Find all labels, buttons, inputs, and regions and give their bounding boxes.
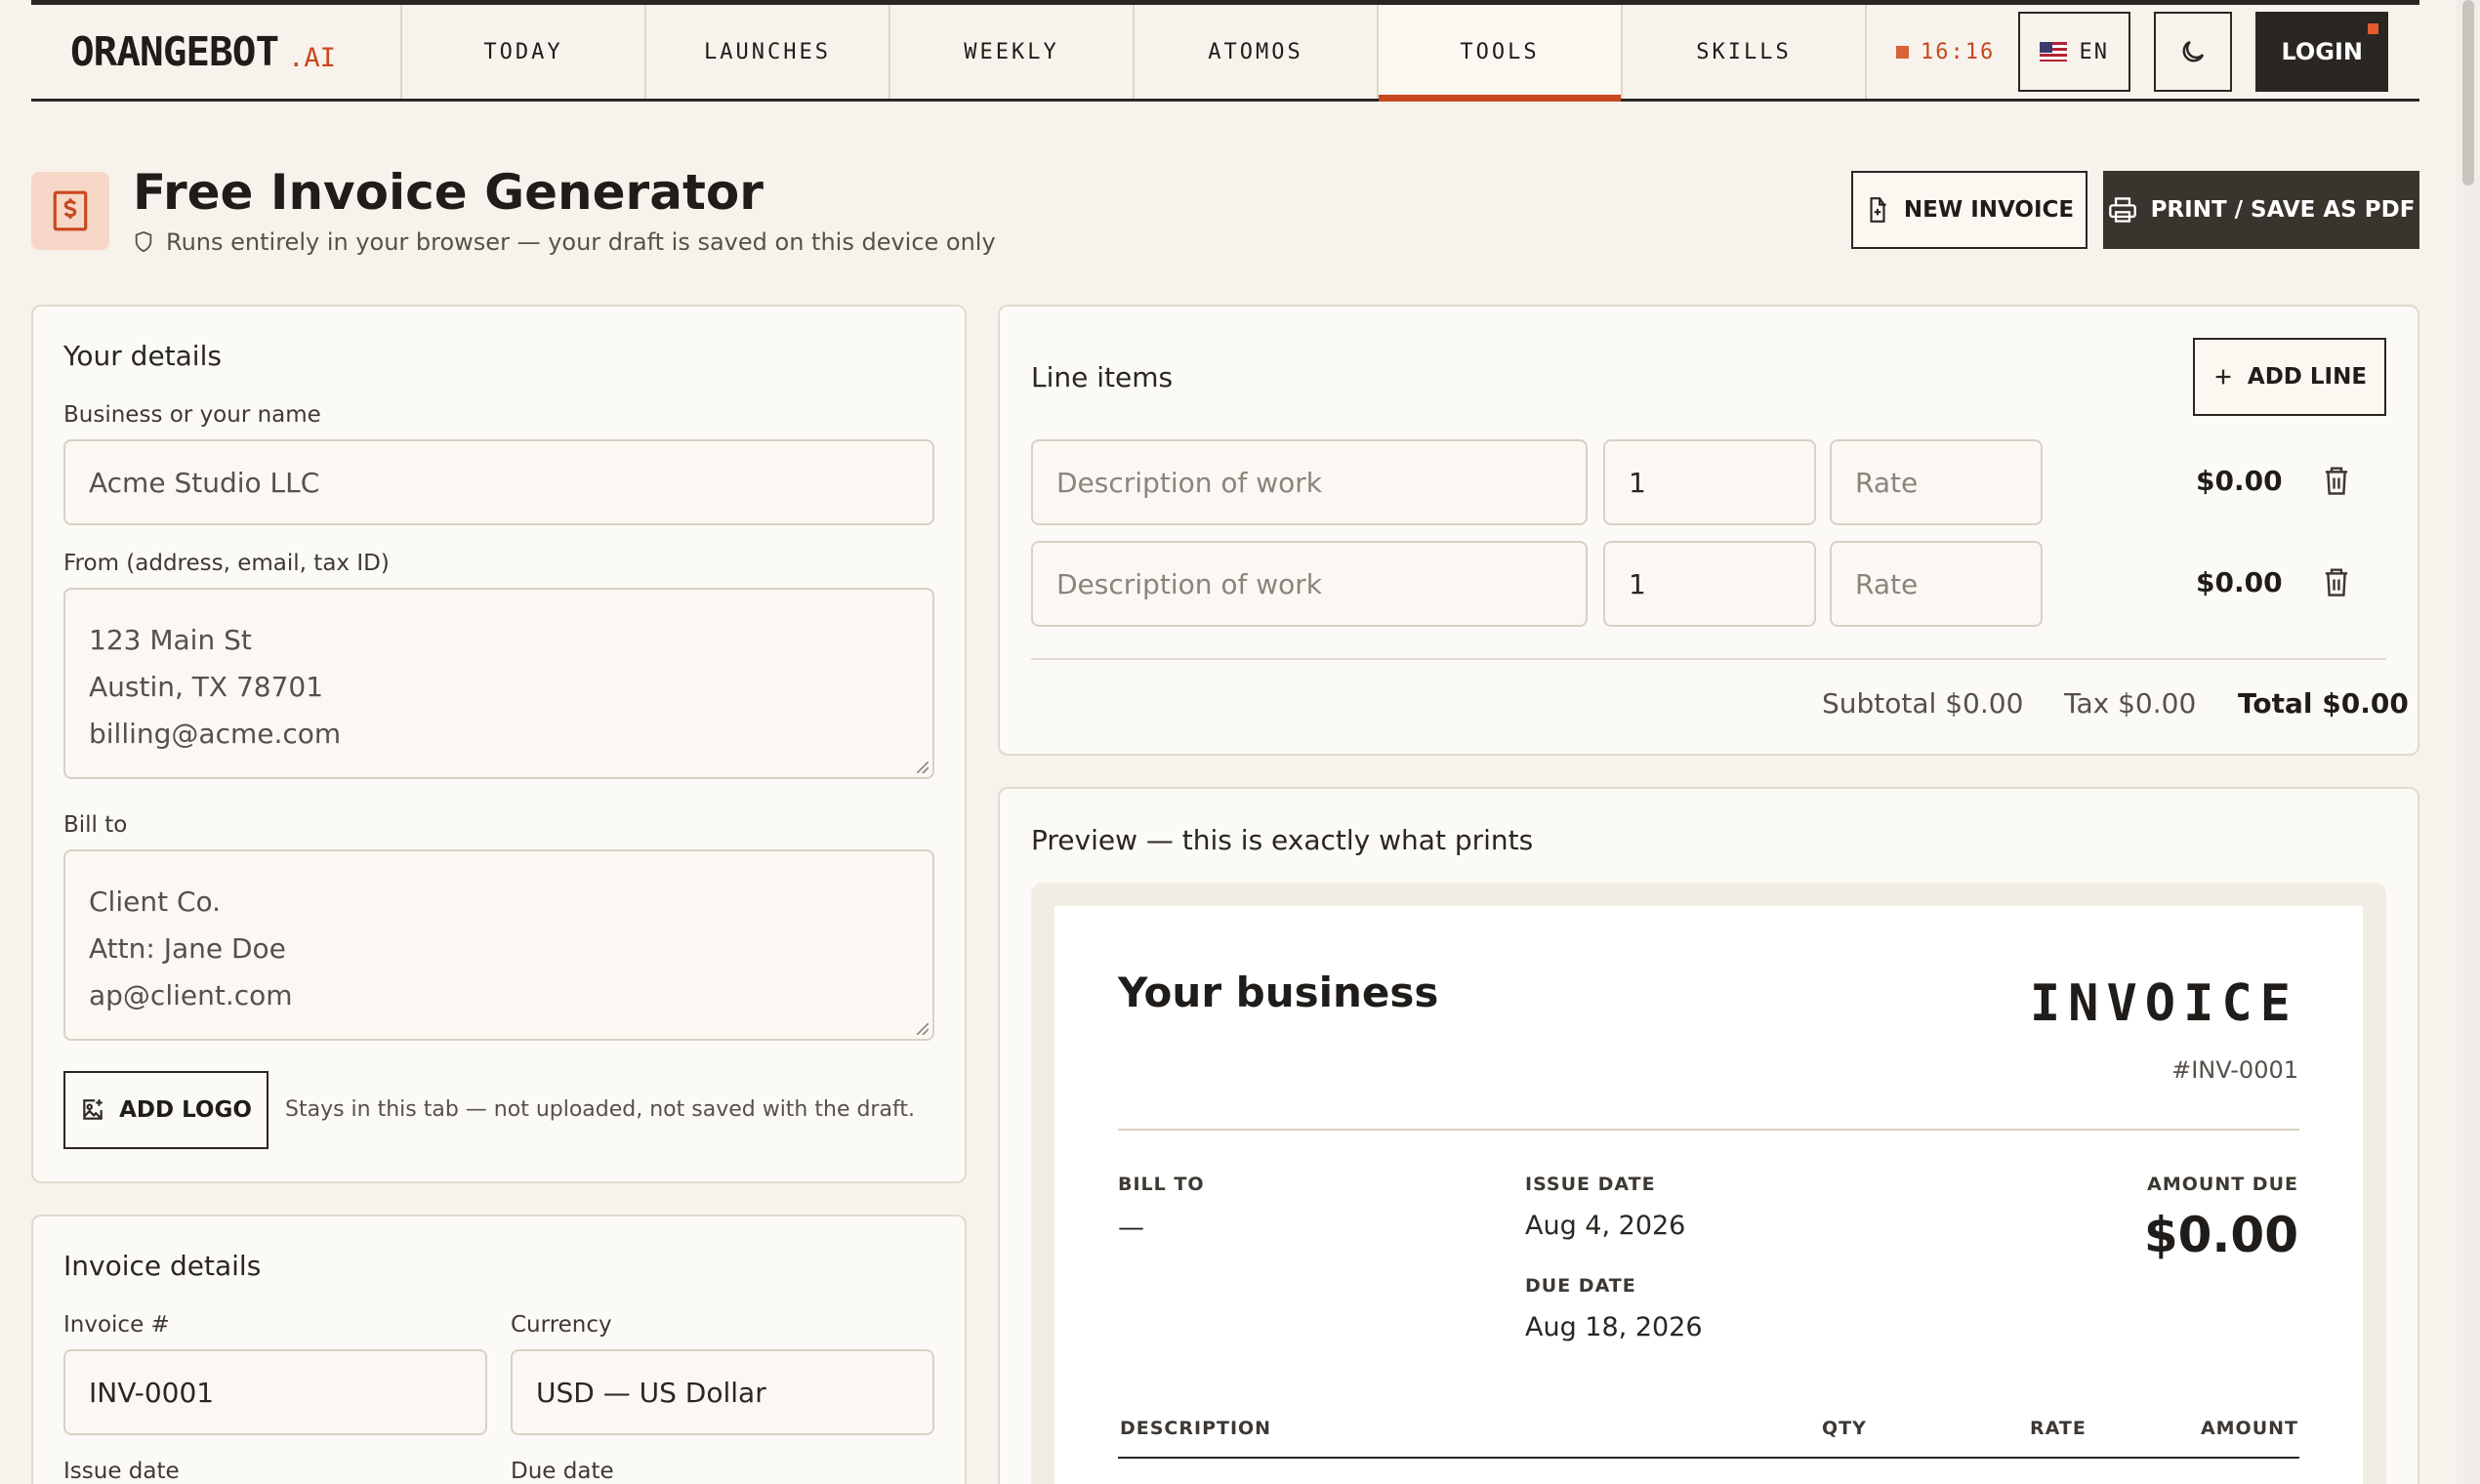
- clock-time: 16:16: [1921, 39, 1996, 64]
- preview-due-date-value: Aug 18, 2026: [1525, 1312, 1703, 1342]
- brand-logo[interactable]: ORANGEBOT .AI: [31, 5, 402, 99]
- line-qty-input[interactable]: 1: [1603, 541, 1816, 627]
- brand-name: ORANGEBOT: [70, 28, 279, 75]
- bill-to-line: Client Co.: [89, 886, 222, 918]
- bill-to-label: Bill to: [63, 812, 128, 838]
- preview-issue-date-label: ISSUE DATE: [1525, 1174, 1656, 1195]
- preview-amount-due-label: AMOUNT DUE: [2147, 1174, 2298, 1195]
- new-file-icon: [1870, 197, 1886, 223]
- us-flag-icon: [2040, 42, 2068, 62]
- preview-issue-date-value: Aug 4, 2026: [1525, 1211, 1686, 1241]
- currency-select[interactable]: USD — US Dollar: [511, 1349, 934, 1435]
- invoice-number-input[interactable]: INV-0001: [63, 1349, 487, 1435]
- line-description-input[interactable]: Description of work: [1031, 541, 1588, 627]
- live-indicator-icon: [1896, 45, 1909, 59]
- preview-amount-due-value: $0.00: [2143, 1207, 2298, 1263]
- preview-header-divider: [1118, 1129, 2299, 1131]
- scrollbar-thumb[interactable]: [2462, 0, 2474, 186]
- print-label: PRINT / SAVE AS PDF: [2150, 197, 2416, 223]
- preview-invoice-number: #INV-0001: [2171, 1056, 2298, 1084]
- delete-line-button[interactable]: [2322, 465, 2351, 500]
- tab-tools[interactable]: TOOLS: [1379, 5, 1623, 102]
- subtitle-text: Runs entirely in your browser — your dra…: [166, 228, 996, 256]
- invoice-dollar-icon: [31, 172, 109, 250]
- preview-due-date-label: DUE DATE: [1525, 1275, 1636, 1297]
- from-label: From (address, email, tax ID): [63, 551, 390, 576]
- invoice-details-title: Invoice details: [63, 1250, 262, 1282]
- preview-bill-to-label: BILL TO: [1118, 1174, 1205, 1195]
- grand-total: Total $0.00: [2238, 687, 2409, 720]
- tab-today[interactable]: TODAY: [402, 5, 646, 99]
- login-button[interactable]: LOGIN: [2255, 12, 2389, 92]
- print-button[interactable]: PRINT / SAVE AS PDF: [2103, 171, 2419, 249]
- add-line-label: ADD LINE: [2247, 364, 2368, 390]
- trash-icon: [2325, 568, 2348, 597]
- language-button[interactable]: EN: [2018, 12, 2131, 92]
- preview-business-name: Your business: [1118, 969, 1439, 1016]
- line-qty-input[interactable]: 1: [1603, 439, 1816, 525]
- issue-date-label: Issue date: [63, 1459, 180, 1484]
- theme-toggle-button[interactable]: [2154, 12, 2233, 92]
- add-logo-label: ADD LOGO: [119, 1097, 252, 1123]
- trash-icon: [2325, 467, 2348, 495]
- from-line: Austin, TX 78701: [89, 671, 324, 703]
- page-title: Free Invoice Generator: [133, 164, 764, 221]
- add-logo-button[interactable]: ADD LOGO: [63, 1071, 269, 1149]
- bill-to-line: ap@client.com: [89, 979, 293, 1011]
- line-items-divider: [1031, 658, 2386, 660]
- tab-weekly[interactable]: WEEKLY: [890, 5, 1135, 99]
- notification-dot: [2368, 23, 2379, 34]
- your-details-title: Your details: [63, 340, 222, 372]
- line-amount: $0.00: [2196, 566, 2283, 598]
- currency-label: Currency: [511, 1312, 612, 1338]
- language-label: EN: [2079, 39, 2109, 64]
- new-invoice-button[interactable]: NEW INVOICE: [1851, 171, 2087, 249]
- preview-col-description: DESCRIPTION: [1120, 1418, 1272, 1439]
- preview-invoice-heading: INVOICE: [2029, 974, 2298, 1033]
- login-label: LOGIN: [2281, 38, 2364, 65]
- logo-note: Stays in this tab — not uploaded, not sa…: [285, 1097, 915, 1122]
- printer-icon: [2108, 197, 2136, 223]
- brand-suffix: .AI: [288, 42, 336, 73]
- clock: 16:16: [1896, 40, 1995, 64]
- new-invoice-label: NEW INVOICE: [1903, 197, 2075, 223]
- line-rate-input[interactable]: Rate: [1830, 439, 2043, 525]
- preview-title: Preview — this is exactly what prints: [1031, 824, 1534, 856]
- preview-table-header-rule: [1118, 1457, 2299, 1459]
- from-address-textarea[interactable]: 123 Main St Austin, TX 78701 billing@acm…: [63, 588, 934, 779]
- nav-actions: 16:16 EN LOGIN: [1867, 5, 2389, 99]
- preview-col-qty: QTY: [1822, 1418, 1867, 1439]
- add-line-button[interactable]: ADD LINE: [2193, 338, 2386, 416]
- page-scrollbar[interactable]: [2457, 0, 2480, 1484]
- bill-to-textarea[interactable]: Client Co. Attn: Jane Doe ap@client.com: [63, 849, 934, 1041]
- line-items-title: Line items: [1031, 361, 1174, 393]
- moon-icon: [2182, 40, 2205, 62]
- shield-icon: [135, 230, 152, 253]
- tab-atomos[interactable]: ATOMOS: [1135, 5, 1379, 99]
- top-nav: ORANGEBOT .AI TODAY LAUNCHES WEEKLY ATOM…: [31, 0, 2419, 102]
- business-name-input[interactable]: Acme Studio LLC: [63, 439, 934, 525]
- tab-skills[interactable]: SKILLS: [1623, 5, 1867, 99]
- plus-icon: [2215, 369, 2231, 385]
- preview-col-amount: AMOUNT: [2200, 1418, 2298, 1439]
- tab-launches[interactable]: LAUNCHES: [646, 5, 890, 99]
- bill-to-line: Attn: Jane Doe: [89, 932, 286, 965]
- due-date-label: Due date: [511, 1459, 614, 1484]
- preview-bill-to-value: —: [1118, 1213, 1144, 1243]
- page-subtitle: Runs entirely in your browser — your dra…: [133, 228, 996, 256]
- preview-col-rate: RATE: [2030, 1418, 2087, 1439]
- line-description-input[interactable]: Description of work: [1031, 439, 1588, 525]
- invoice-number-label: Invoice #: [63, 1312, 170, 1338]
- line-rate-input[interactable]: Rate: [1830, 541, 2043, 627]
- business-label: Business or your name: [63, 402, 321, 428]
- delete-line-button[interactable]: [2322, 566, 2351, 601]
- from-line: billing@acme.com: [89, 718, 342, 750]
- subtotal: Subtotal $0.00: [1822, 687, 2024, 720]
- from-line: 123 Main St: [89, 624, 252, 656]
- line-amount: $0.00: [2196, 465, 2283, 497]
- tax-total: Tax $0.00: [2064, 687, 2197, 720]
- image-plus-icon: [83, 1099, 103, 1120]
